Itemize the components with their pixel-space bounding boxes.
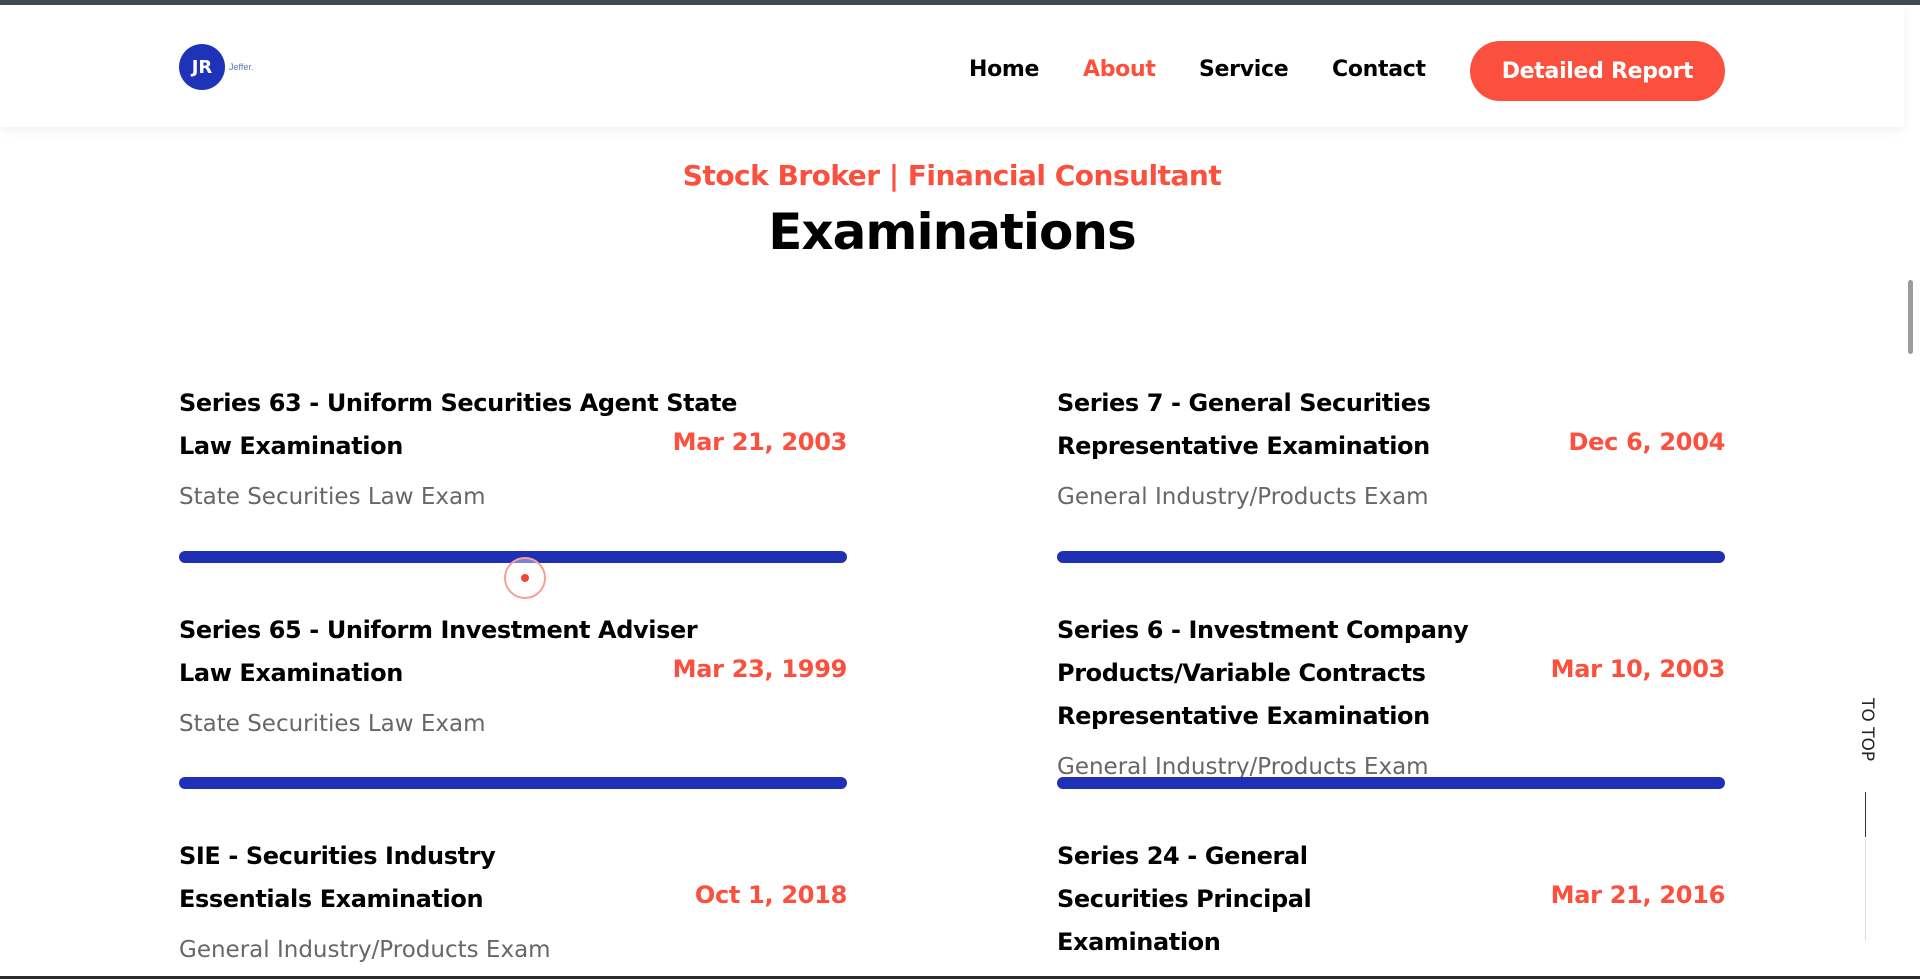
exam-name: Series 63 - Uniform Securities Agent Sta… [179,389,737,460]
to-top-link[interactable]: TO TOP [1847,698,1877,788]
logo-icon[interactable]: JR [179,44,225,90]
scrollbar-thumb[interactable] [1908,280,1913,354]
nav-item-contact[interactable]: Contact [1332,57,1426,82]
nav-item-service[interactable]: Service [1199,57,1289,82]
exam-name: Series 65 - Uniform Investment Adviser L… [179,616,698,687]
exam-progress-bar [179,777,847,789]
logo-glyph: JR [191,56,213,78]
exam-date: Mar 23, 1999 [672,655,848,683]
exam-name: Series 7 - General Securities Representa… [1057,389,1431,460]
navbar: JR Jeffer. Home About Service Contact De… [0,5,1904,127]
exam-item: Series 7 - General Securities Representa… [1057,382,1725,510]
exam-progress-bar [1057,777,1725,789]
cursor-dot [521,574,529,582]
exam-date: Oct 1, 2018 [694,881,847,909]
exam-type: State Securities Law Exam [179,711,486,737]
detailed-report-button[interactable]: Detailed Report [1470,41,1725,101]
nav-item-home[interactable]: Home [969,57,1039,82]
nav-item-about[interactable]: About [1083,57,1156,82]
exam-name: SIE - Securities Industry Essentials Exa… [179,842,496,913]
exam-item: SIE - Securities Industry Essentials Exa… [179,835,847,963]
exam-item: Series 24 - General Securities Principal… [1057,835,1725,979]
section-subtitle: Stock Broker | Financial Consultant [682,159,1222,192]
exam-date: Dec 6, 2004 [1568,428,1726,456]
exam-type: State Securities Law Exam [179,484,486,510]
exam-date: Mar 21, 2003 [672,428,848,456]
exam-item: Series 6 - Investment Company Products/V… [1057,609,1725,780]
exam-type: General Industry/Products Exam [179,937,551,963]
section-title: Examinations [768,203,1136,261]
exam-name: Series 6 - Investment Company Products/V… [1057,616,1469,730]
exam-date: Mar 10, 2003 [1550,655,1726,683]
exam-date: Mar 21, 2016 [1550,881,1726,909]
to-top-progress-line [1865,792,1866,837]
exam-progress-bar [1057,551,1725,563]
exam-name: Series 24 - General Securities Principal… [1057,842,1312,956]
exam-type: General Industry/Products Exam [1057,484,1429,510]
logo-text: Jeffer. [229,62,254,72]
to-top-track-line [1865,840,1866,940]
exam-item: Series 65 - Uniform Investment Adviser L… [179,609,847,737]
exam-item: Series 63 - Uniform Securities Agent Sta… [179,382,847,510]
